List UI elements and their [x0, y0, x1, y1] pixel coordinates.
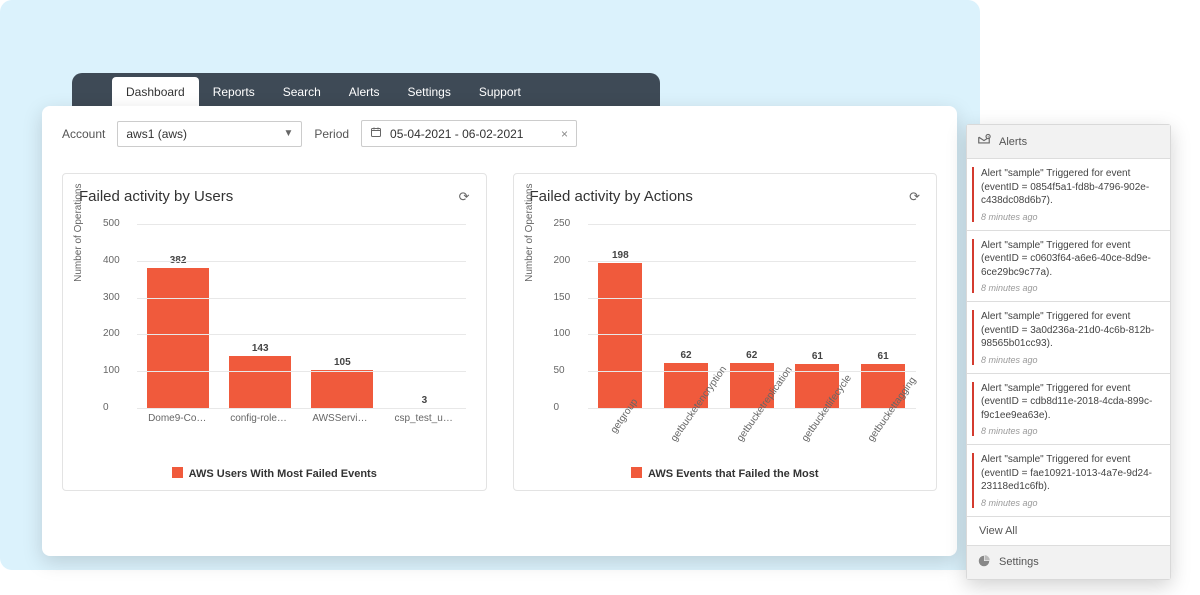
alert-message: Alert "sample" Triggered for event (even…	[981, 239, 1160, 280]
alert-item[interactable]: Alert "sample" Triggered for event (even…	[967, 374, 1170, 446]
alert-message: Alert "sample" Triggered for event (even…	[981, 310, 1160, 351]
bar: 382	[148, 255, 208, 409]
chevron-down-icon: ▼	[283, 128, 293, 139]
chart-users-xlabels: Dome9-Conn…config-role-u…AWSServiceRo…cs…	[137, 413, 466, 424]
account-value: aws1 (aws)	[126, 127, 187, 141]
chart-users-legend: AWS Users With Most Failed Events	[79, 467, 470, 480]
tab-dashboard[interactable]: Dashboard	[112, 77, 199, 107]
main-card: Account aws1 (aws) ▼ Period 05-04-2021 -…	[42, 106, 957, 556]
tab-alerts[interactable]: Alerts	[335, 77, 394, 107]
bar: 3	[394, 395, 454, 409]
period-value: 05-04-2021 - 06-02-2021	[390, 127, 523, 141]
alert-item[interactable]: Alert "sample" Triggered for event (even…	[967, 159, 1170, 231]
alert-message: Alert "sample" Triggered for event (even…	[981, 382, 1160, 423]
calendar-icon	[370, 126, 382, 141]
settings-row[interactable]: Settings	[967, 545, 1170, 579]
account-label: Account	[62, 127, 105, 141]
alert-message: Alert "sample" Triggered for event (even…	[981, 453, 1160, 494]
chart-actions-bars: 19862626161	[588, 225, 917, 409]
panel-users: Failed activity by Users ⟳ Number of Ope…	[62, 173, 487, 491]
pie-icon	[977, 554, 991, 571]
alerts-title: Alerts	[999, 136, 1027, 148]
alerts-header[interactable]: Alerts	[967, 125, 1170, 159]
panel-users-title: Failed activity by Users	[79, 188, 233, 205]
legend-swatch	[172, 467, 183, 478]
bar: 198	[590, 250, 650, 409]
chart-actions-grid: 19862626161 050100150200250	[588, 225, 917, 409]
settings-label: Settings	[999, 556, 1039, 568]
alerts-list: Alert "sample" Triggered for event (even…	[967, 159, 1170, 517]
chart-users: Number of Operations 3821431053 01002003…	[79, 213, 470, 459]
refresh-icon[interactable]: ⟳	[909, 189, 920, 205]
alert-time: 8 minutes ago	[981, 283, 1160, 293]
tab-support[interactable]: Support	[465, 77, 535, 107]
tab-settings[interactable]: Settings	[393, 77, 464, 107]
chart-users-bars: 382 143 105 3	[137, 225, 466, 409]
alert-item[interactable]: Alert "sample" Triggered for event (even…	[967, 445, 1170, 517]
alerts-icon	[977, 133, 991, 150]
alert-time: 8 minutes ago	[981, 212, 1160, 222]
panel-actions: Failed activity by Actions ⟳ Number of O…	[513, 173, 938, 491]
alert-time: 8 minutes ago	[981, 426, 1160, 436]
chart-users-grid: 3821431053 0100200300400500	[137, 225, 466, 409]
nav-tabs: Dashboard Reports Search Alerts Settings…	[72, 73, 660, 106]
tab-search[interactable]: Search	[269, 77, 335, 107]
alert-time: 8 minutes ago	[981, 355, 1160, 365]
alert-time: 8 minutes ago	[981, 498, 1160, 508]
tab-reports[interactable]: Reports	[199, 77, 269, 107]
chart-users-ylabel: Number of Operations	[73, 183, 84, 281]
period-label: Period	[314, 127, 349, 141]
chart-actions-ylabel: Number of Operations	[524, 183, 535, 281]
chart-actions: Number of Operations 19862626161 0501001…	[530, 213, 921, 459]
panel-actions-title: Failed activity by Actions	[530, 188, 693, 205]
alerts-sidebar: Alerts Alert "sample" Triggered for even…	[966, 124, 1171, 580]
filter-row: Account aws1 (aws) ▼ Period 05-04-2021 -…	[62, 120, 937, 147]
view-all-link[interactable]: View All	[967, 517, 1170, 545]
period-input[interactable]: 05-04-2021 - 06-02-2021 ×	[361, 120, 577, 147]
clear-date-icon[interactable]: ×	[561, 127, 568, 141]
account-select[interactable]: aws1 (aws) ▼	[117, 121, 302, 147]
refresh-icon[interactable]: ⟳	[459, 189, 470, 205]
bar: 105	[312, 357, 372, 409]
alert-message: Alert "sample" Triggered for event (even…	[981, 167, 1160, 208]
chart-actions-xlabels: getgroupgetbucketencryptiongetbucketrepl…	[588, 413, 917, 497]
alert-item[interactable]: Alert "sample" Triggered for event (even…	[967, 231, 1170, 303]
alert-item[interactable]: Alert "sample" Triggered for event (even…	[967, 302, 1170, 374]
bar: 143	[230, 343, 290, 409]
